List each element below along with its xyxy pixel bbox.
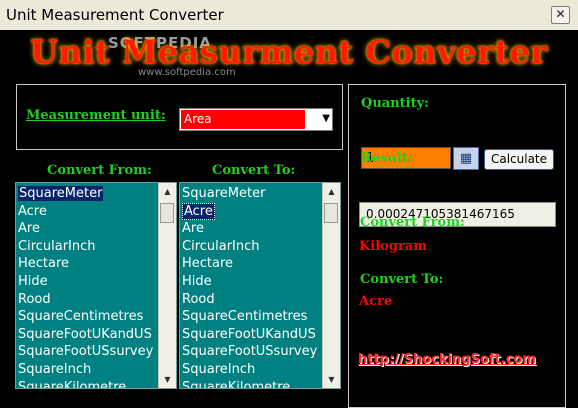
list-item[interactable]: CircularInch — [18, 238, 96, 255]
list-item[interactable]: Acre — [182, 202, 215, 220]
list-item[interactable]: SquareCentimetres — [182, 308, 307, 325]
summary-from-value: Kilogram — [359, 239, 427, 254]
list-item[interactable]: Are — [18, 220, 40, 237]
list-item-label: CircularInch — [182, 238, 260, 254]
chevron-down-icon[interactable]: ▼ — [322, 113, 330, 124]
watermark-url: www.softpedia.com — [138, 67, 236, 78]
list-item-label: SquareCentimetres — [18, 309, 144, 325]
result-label: Result: — [361, 151, 413, 166]
list-item-label: Are — [182, 221, 204, 237]
list-item-label: SquareFootUSsurvey — [18, 344, 154, 360]
list-item[interactable]: Rood — [182, 291, 215, 308]
list-item[interactable]: SquareCentimetres — [18, 308, 143, 325]
window-title: Unit Measurement Converter — [6, 6, 224, 24]
list-item-label: Hide — [18, 274, 48, 289]
app-window: Unit Measurement Converter ✕ SOFTPEDIA U… — [0, 0, 578, 408]
list-item-label: Hectare — [18, 256, 70, 272]
scroll-down-icon[interactable]: ▼ — [323, 371, 340, 388]
measurement-unit-select[interactable]: Area ▼ — [179, 108, 333, 131]
list-item[interactable]: Rood — [18, 291, 51, 308]
list-item-label: Hectare — [182, 256, 234, 272]
list-item[interactable]: Hectare — [18, 255, 69, 272]
list-item[interactable]: SquareMeter — [18, 185, 104, 202]
list-item[interactable]: SquareFootUSsurvey — [18, 343, 153, 360]
list-item[interactable]: Are — [182, 220, 204, 237]
scroll-thumb[interactable] — [160, 203, 174, 223]
list-item-label: SquareInch — [18, 362, 92, 377]
vertical-scrollbar[interactable]: ▲ ▼ — [158, 183, 176, 388]
list-item-label: Rood — [182, 291, 215, 307]
list-item-label: SquareKilometre — [18, 379, 127, 389]
list-item-label: SquareFootUSsurvey — [182, 344, 318, 360]
list-item[interactable]: Hide — [18, 273, 48, 290]
list-item-label: Acre — [18, 203, 47, 219]
scroll-thumb[interactable] — [324, 203, 338, 223]
summary-from-label: Convert From: — [360, 215, 465, 230]
convert-from-list[interactable]: SquareMeter Acre Are CircularInch Hectare Hid… — [15, 182, 177, 389]
list-item[interactable]: SquareFootUSsurvey — [182, 343, 317, 360]
calculator-icon[interactable]: ▦ — [453, 147, 479, 170]
scroll-up-icon[interactable]: ▲ — [159, 183, 176, 200]
list-item-label: CircularInch — [18, 238, 96, 254]
client-area: SOFTPEDIA Unit Measurment Converter www.… — [0, 30, 578, 408]
convert-to-header: Convert To: — [212, 163, 296, 178]
list-item-label: SquareFootUKandUS — [18, 326, 152, 342]
list-item-label: SquareFootUKandUS — [182, 326, 316, 342]
list-item[interactable]: SquareInch — [18, 361, 91, 378]
list-item[interactable]: Hide — [182, 273, 212, 290]
summary-to-value: Acre — [359, 294, 393, 309]
list-item[interactable]: SquareFootUKandUS — [182, 326, 316, 343]
measurement-unit-value: Area — [181, 110, 305, 129]
convert-to-list[interactable]: SquareMeter Acre Are CircularInch Hectare Hid… — [179, 182, 341, 389]
title-bar: Unit Measurement Converter ✕ — [0, 0, 578, 31]
calculate-button[interactable]: Calculate — [484, 149, 554, 170]
list-item-label: SquareInch — [182, 362, 256, 377]
list-item-label: SquareMeter — [18, 186, 104, 201]
app-banner-title: Unit Measurment Converter — [30, 33, 548, 71]
list-item[interactable]: SquareKilometre — [182, 379, 291, 389]
scroll-down-icon[interactable]: ▼ — [159, 371, 176, 388]
vertical-scrollbar[interactable]: ▲ ▼ — [322, 183, 340, 388]
list-item-label: Hide — [182, 274, 212, 289]
summary-to-label: Convert To: — [360, 272, 444, 287]
scroll-up-icon[interactable]: ▲ — [323, 183, 340, 200]
quantity-label: Quantity: — [361, 96, 429, 111]
website-link[interactable]: http://ShockingSoft.com — [358, 352, 536, 367]
list-item[interactable]: SquareInch — [182, 361, 255, 378]
list-item[interactable]: SquareFootUKandUS — [18, 326, 152, 343]
list-item-label: Rood — [18, 291, 51, 307]
list-item-label: Are — [18, 221, 40, 237]
list-item[interactable]: Hectare — [182, 255, 233, 272]
measurement-unit-label: Measurement unit: — [26, 108, 166, 123]
list-item-label: SquareCentimetres — [182, 309, 308, 325]
list-item-label: SquareMeter — [182, 186, 266, 201]
list-item-label: SquareKilometre — [182, 379, 291, 389]
list-item-label: Acre — [182, 202, 215, 220]
list-item[interactable]: Acre — [18, 203, 47, 220]
list-item[interactable]: SquareKilometre — [18, 379, 127, 389]
close-icon[interactable]: ✕ — [551, 6, 570, 24]
list-item[interactable]: CircularInch — [182, 238, 260, 255]
convert-from-header: Convert From: — [47, 163, 152, 178]
list-item[interactable]: SquareMeter — [182, 185, 265, 202]
